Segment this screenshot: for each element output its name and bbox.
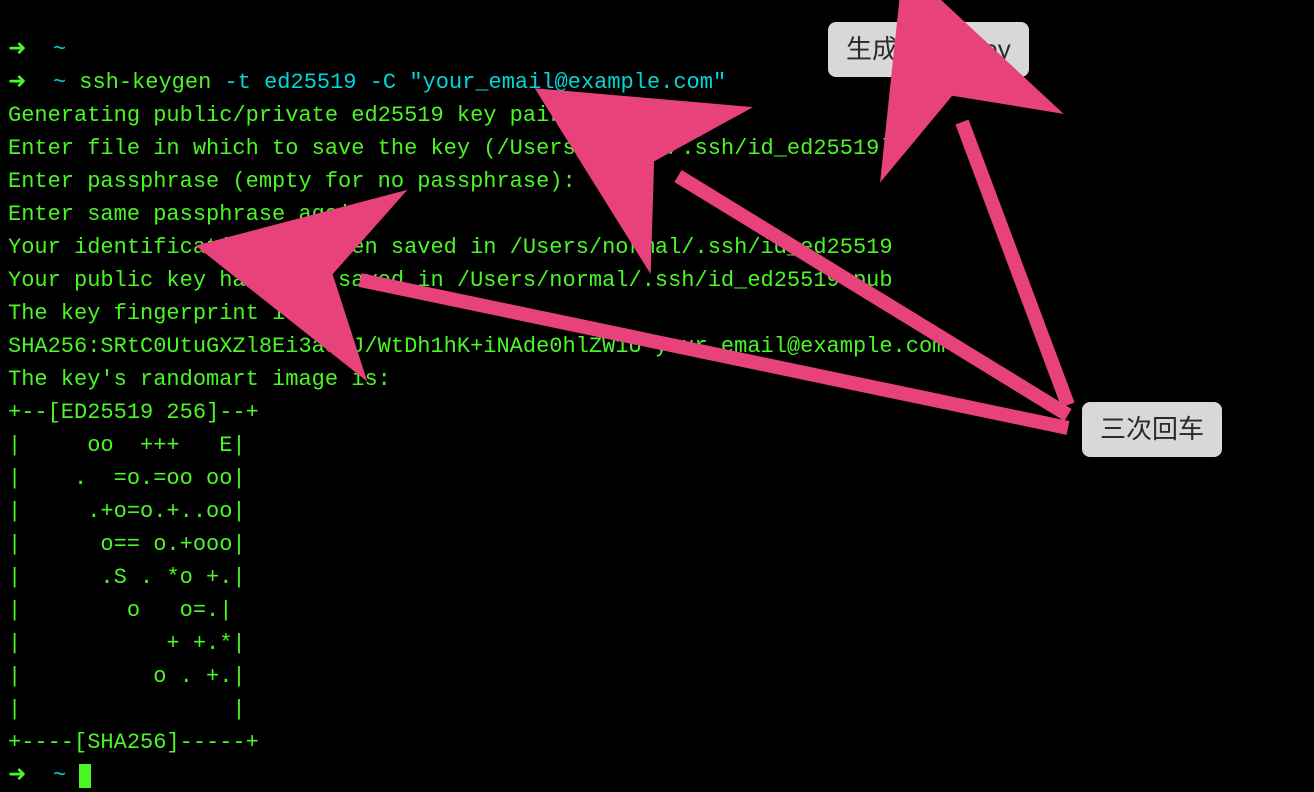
prompt-arrow-icon: ➜ [8, 70, 26, 95]
annotation-generate-ssh-key: 生成 SSH Key [828, 22, 1029, 77]
output-line: Enter passphrase (empty for no passphras… [8, 169, 576, 194]
randomart-line: | o== o.+ooo| [8, 532, 246, 557]
command-name: ssh-keygen [79, 70, 211, 95]
randomart-line: | o . +.| [8, 664, 246, 689]
randomart-line: +--[ED25519 256]--+ [8, 400, 259, 425]
prompt-line-end: ➜ ~ [8, 763, 91, 788]
annotation-press-enter-three-times: 三次回车 [1082, 402, 1222, 457]
randomart-line: | o o=.| [8, 598, 232, 623]
command-args: -t ed25519 -C "your_email@example.com" [211, 70, 726, 95]
randomart-line: | .S . *o +.| [8, 565, 246, 590]
prompt-line-0: ➜ ~ [8, 37, 66, 62]
randomart-line: | . =o.=oo oo| [8, 466, 246, 491]
command-line: ➜ ~ ssh-keygen -t ed25519 -C "your_email… [8, 70, 726, 95]
randomart-line: | oo +++ E| [8, 433, 246, 458]
output-line: Enter file in which to save the key (/Us… [8, 136, 906, 161]
randomart-line: | | [8, 697, 246, 722]
prompt-cwd: ~ [53, 37, 66, 62]
randomart-line: +----[SHA256]-----+ [8, 730, 259, 755]
output-line: Your public key has been saved in /Users… [8, 268, 893, 293]
output-line: The key's randomart image is: [8, 367, 391, 392]
prompt-cwd: ~ [53, 70, 66, 95]
terminal[interactable]: ➜ ~ ➜ ~ ssh-keygen -t ed25519 -C "your_e… [0, 0, 1314, 792]
output-line: The key fingerprint is: [8, 301, 312, 326]
output-line: Generating public/private ed25519 key pa… [8, 103, 576, 128]
prompt-cwd: ~ [53, 763, 66, 788]
output-line: Your identification has been saved in /U… [8, 235, 893, 260]
output-line: SHA256:SRtC0UtuGXZl8Ei3a5xJ/WtDh1hK+iNAd… [8, 334, 945, 359]
prompt-arrow-icon: ➜ [8, 763, 26, 788]
randomart-line: | .+o=o.+..oo| [8, 499, 246, 524]
prompt-arrow-icon: ➜ [8, 37, 26, 62]
randomart-line: | + +.*| [8, 631, 246, 656]
output-line: Enter same passphrase again: [8, 202, 378, 227]
cursor-icon [79, 764, 91, 788]
